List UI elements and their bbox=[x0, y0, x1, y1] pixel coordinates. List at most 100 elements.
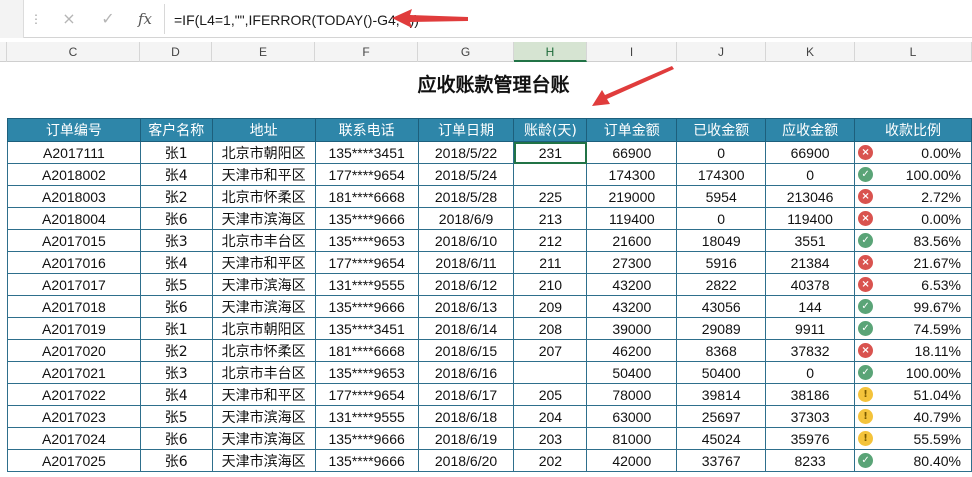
order-id-cell[interactable]: A2017024 bbox=[7, 427, 141, 450]
phone-cell[interactable]: 131****9555 bbox=[314, 273, 419, 296]
client-cell[interactable]: 张3 bbox=[139, 229, 213, 252]
name-box-edge[interactable] bbox=[0, 0, 24, 38]
age-days-cell[interactable]: 231 bbox=[513, 141, 588, 164]
due-amount-cell[interactable]: 0 bbox=[765, 163, 856, 186]
client-cell[interactable]: 张6 bbox=[139, 427, 213, 450]
phone-cell[interactable]: 177****9654 bbox=[314, 251, 419, 274]
client-cell[interactable]: 张1 bbox=[139, 317, 213, 340]
order-amount-cell[interactable]: 43200 bbox=[586, 295, 678, 318]
client-cell[interactable]: 张5 bbox=[139, 273, 213, 296]
order-date-cell[interactable]: 2018/5/22 bbox=[417, 141, 515, 164]
due-amount-cell[interactable]: 40378 bbox=[765, 273, 856, 296]
header-order-amount[interactable]: 订单金额 bbox=[586, 118, 678, 142]
due-amount-cell[interactable]: 9911 bbox=[765, 317, 856, 340]
received-amount-cell[interactable]: 33767 bbox=[676, 449, 767, 472]
received-amount-cell[interactable]: 5916 bbox=[676, 251, 767, 274]
address-cell[interactable]: 天津市滨海区 bbox=[211, 427, 316, 450]
header-address[interactable]: 地址 bbox=[211, 118, 316, 142]
client-cell[interactable]: 张4 bbox=[139, 163, 213, 186]
order-id-cell[interactable]: A2018003 bbox=[7, 185, 141, 208]
due-amount-cell[interactable]: 213046 bbox=[765, 185, 856, 208]
insert-function-button[interactable]: fx bbox=[130, 6, 160, 32]
received-amount-cell[interactable]: 43056 bbox=[676, 295, 767, 318]
order-amount-cell[interactable]: 174300 bbox=[586, 163, 678, 186]
collection-ratio-cell[interactable]: ! 40.79% bbox=[854, 405, 972, 428]
order-id-cell[interactable]: A2017018 bbox=[7, 295, 141, 318]
order-amount-cell[interactable]: 39000 bbox=[586, 317, 678, 340]
order-amount-cell[interactable]: 66900 bbox=[586, 141, 678, 164]
order-amount-cell[interactable]: 46200 bbox=[586, 339, 678, 362]
header-collection-ratio[interactable]: 收款比例 bbox=[854, 118, 972, 142]
order-id-cell[interactable]: A2017017 bbox=[7, 273, 141, 296]
collection-ratio-cell[interactable]: × 21.67% bbox=[854, 251, 972, 274]
phone-cell[interactable]: 131****9555 bbox=[314, 405, 419, 428]
phone-cell[interactable]: 135****9666 bbox=[314, 427, 419, 450]
phone-cell[interactable]: 135****9666 bbox=[314, 449, 419, 472]
select-all-corner[interactable] bbox=[0, 42, 7, 62]
order-amount-cell[interactable]: 21600 bbox=[586, 229, 678, 252]
phone-cell[interactable]: 177****9654 bbox=[314, 163, 419, 186]
column-header-e[interactable]: E bbox=[212, 42, 315, 62]
received-amount-cell[interactable]: 25697 bbox=[676, 405, 767, 428]
collection-ratio-cell[interactable]: ✓ 83.56% bbox=[854, 229, 972, 252]
column-header-l[interactable]: L bbox=[855, 42, 972, 62]
received-amount-cell[interactable]: 50400 bbox=[676, 361, 767, 384]
received-amount-cell[interactable]: 29089 bbox=[676, 317, 767, 340]
due-amount-cell[interactable]: 35976 bbox=[765, 427, 856, 450]
order-date-cell[interactable]: 2018/6/17 bbox=[417, 383, 515, 406]
due-amount-cell[interactable]: 38186 bbox=[765, 383, 856, 406]
order-amount-cell[interactable]: 63000 bbox=[586, 405, 678, 428]
order-id-cell[interactable]: A2017022 bbox=[7, 383, 141, 406]
header-client[interactable]: 客户名称 bbox=[139, 118, 213, 142]
address-cell[interactable]: 北京市朝阳区 bbox=[211, 141, 316, 164]
address-cell[interactable]: 北京市朝阳区 bbox=[211, 317, 316, 340]
received-amount-cell[interactable]: 0 bbox=[676, 141, 767, 164]
order-id-cell[interactable]: A2017111 bbox=[7, 141, 141, 164]
column-header-h[interactable]: H bbox=[514, 42, 587, 62]
collection-ratio-cell[interactable]: ✓ 100.00% bbox=[854, 361, 972, 384]
order-date-cell[interactable]: 2018/5/28 bbox=[417, 185, 515, 208]
address-cell[interactable]: 天津市和平区 bbox=[211, 251, 316, 274]
age-days-cell[interactable] bbox=[513, 361, 588, 384]
column-header-c[interactable]: C bbox=[7, 42, 140, 62]
order-date-cell[interactable]: 2018/6/16 bbox=[417, 361, 515, 384]
order-date-cell[interactable]: 2018/6/14 bbox=[417, 317, 515, 340]
order-amount-cell[interactable]: 42000 bbox=[586, 449, 678, 472]
received-amount-cell[interactable]: 45024 bbox=[676, 427, 767, 450]
header-order-id[interactable]: 订单编号 bbox=[7, 118, 141, 142]
order-id-cell[interactable]: A2017025 bbox=[7, 449, 141, 472]
order-amount-cell[interactable]: 78000 bbox=[586, 383, 678, 406]
client-cell[interactable]: 张6 bbox=[139, 449, 213, 472]
phone-cell[interactable]: 135****9653 bbox=[314, 229, 419, 252]
address-cell[interactable]: 天津市和平区 bbox=[211, 383, 316, 406]
column-header-j[interactable]: J bbox=[677, 42, 766, 62]
order-date-cell[interactable]: 2018/6/19 bbox=[417, 427, 515, 450]
order-id-cell[interactable]: A2018002 bbox=[7, 163, 141, 186]
address-cell[interactable]: 天津市滨海区 bbox=[211, 207, 316, 230]
received-amount-cell[interactable]: 0 bbox=[676, 207, 767, 230]
address-cell[interactable]: 天津市滨海区 bbox=[211, 273, 316, 296]
address-cell[interactable]: 北京市怀柔区 bbox=[211, 339, 316, 362]
age-days-cell[interactable]: 208 bbox=[513, 317, 588, 340]
age-days-cell[interactable]: 205 bbox=[513, 383, 588, 406]
address-cell[interactable]: 北京市怀柔区 bbox=[211, 185, 316, 208]
due-amount-cell[interactable]: 3551 bbox=[765, 229, 856, 252]
order-date-cell[interactable]: 2018/6/9 bbox=[417, 207, 515, 230]
order-id-cell[interactable]: A2017023 bbox=[7, 405, 141, 428]
address-cell[interactable]: 天津市滨海区 bbox=[211, 449, 316, 472]
order-date-cell[interactable]: 2018/6/20 bbox=[417, 449, 515, 472]
address-cell[interactable]: 北京市丰台区 bbox=[211, 361, 316, 384]
client-cell[interactable]: 张3 bbox=[139, 361, 213, 384]
client-cell[interactable]: 张6 bbox=[139, 295, 213, 318]
column-header-k[interactable]: K bbox=[766, 42, 855, 62]
header-phone[interactable]: 联系电话 bbox=[314, 118, 419, 142]
age-days-cell[interactable]: 211 bbox=[513, 251, 588, 274]
header-age-days[interactable]: 账龄(天) bbox=[513, 118, 588, 142]
order-date-cell[interactable]: 2018/6/15 bbox=[417, 339, 515, 362]
age-days-cell[interactable]: 210 bbox=[513, 273, 588, 296]
formula-input[interactable]: =IF(L4=1,"",IFERROR(TODAY()-G4,"")) bbox=[174, 10, 419, 30]
phone-cell[interactable]: 181****6668 bbox=[314, 185, 419, 208]
order-date-cell[interactable]: 2018/6/12 bbox=[417, 273, 515, 296]
collection-ratio-cell[interactable]: ✓ 74.59% bbox=[854, 317, 972, 340]
client-cell[interactable]: 张1 bbox=[139, 141, 213, 164]
